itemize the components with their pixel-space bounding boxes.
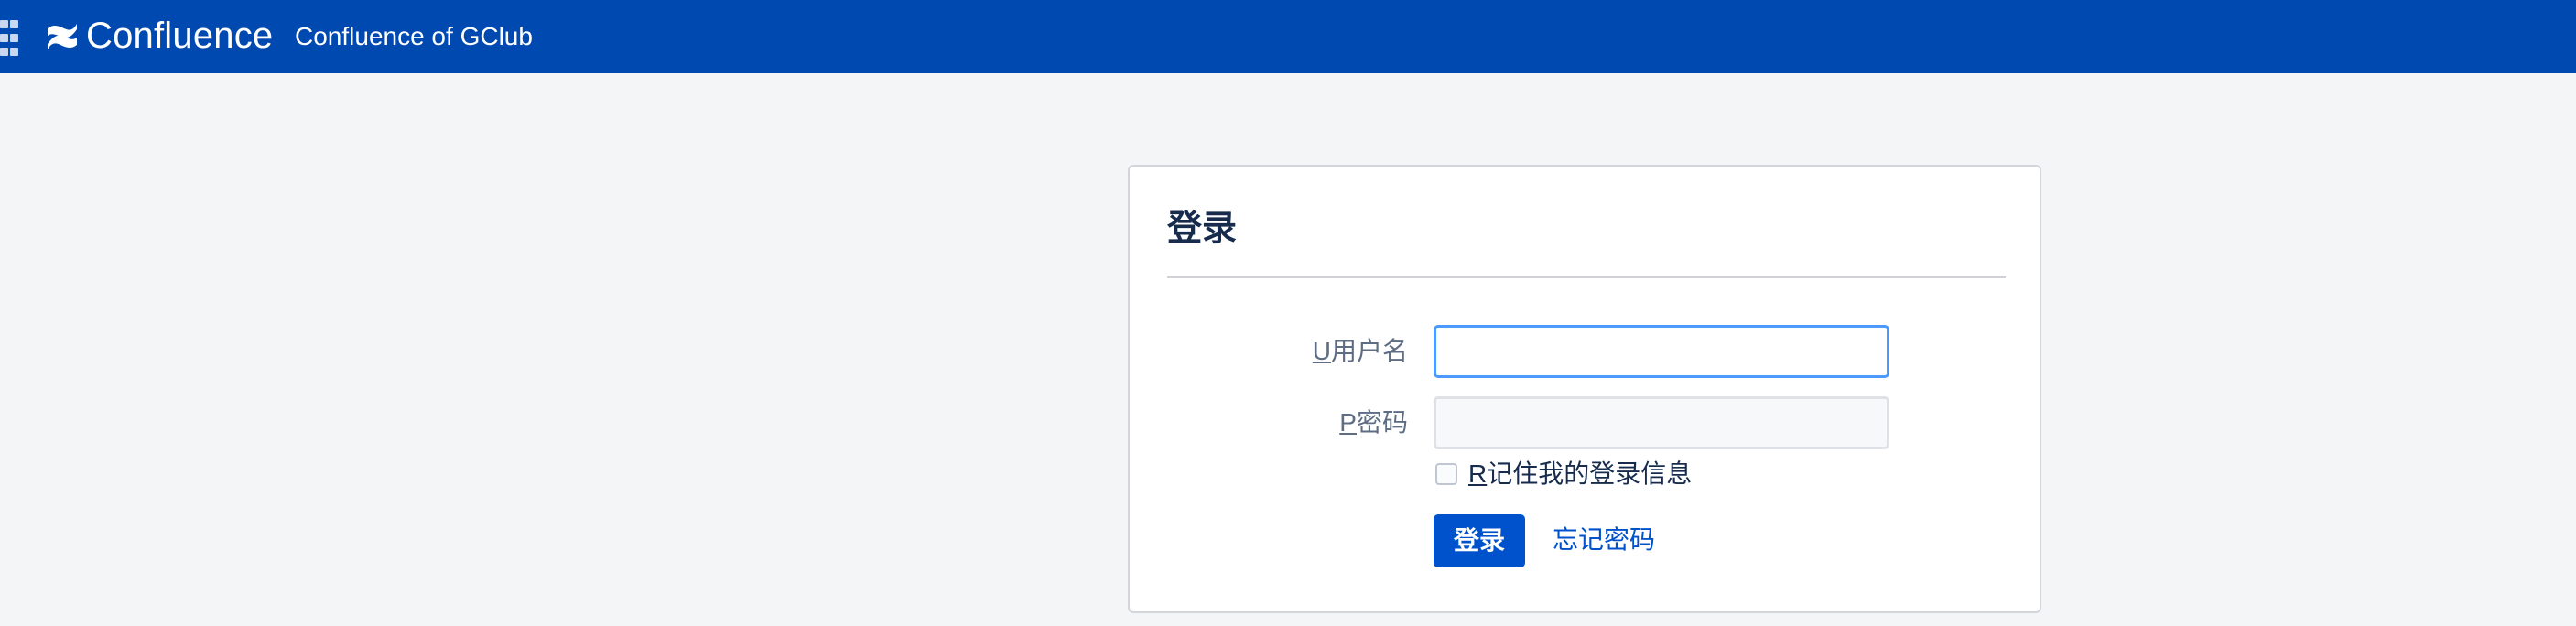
panel-title: 登录: [1167, 210, 1238, 248]
password-accesskey: P: [1339, 408, 1357, 437]
username-accesskey: U: [1312, 337, 1331, 365]
confluence-logo-icon[interactable]: [46, 21, 79, 52]
remember-me-label[interactable]: R记住我的登录信息: [1468, 459, 1692, 489]
remember-me-checkbox[interactable]: [1435, 463, 1457, 485]
brand-name[interactable]: Confluence: [86, 16, 273, 56]
password-label-text: 密码: [1356, 408, 1408, 437]
password-input[interactable]: [1434, 396, 1889, 449]
username-input[interactable]: [1434, 325, 1889, 378]
app-grid-icon[interactable]: [0, 20, 18, 57]
remember-accesskey: R: [1468, 459, 1488, 488]
username-label: U用户名: [1261, 337, 1408, 366]
login-panel: 登录 U用户名 P密码 R记住我的登录信息 登录 忘记密码: [1128, 165, 2041, 613]
top-navigation-bar: Confluence Confluence of GClub: [0, 0, 2576, 73]
password-label: P密码: [1261, 408, 1408, 437]
site-name[interactable]: Confluence of GClub: [295, 22, 533, 51]
divider: [1167, 276, 2006, 278]
remember-label-text: 记住我的登录信息: [1487, 459, 1693, 488]
username-label-text: 用户名: [1330, 337, 1408, 365]
forgot-password-link[interactable]: 忘记密码: [1553, 525, 1655, 555]
login-button[interactable]: 登录: [1434, 514, 1525, 567]
